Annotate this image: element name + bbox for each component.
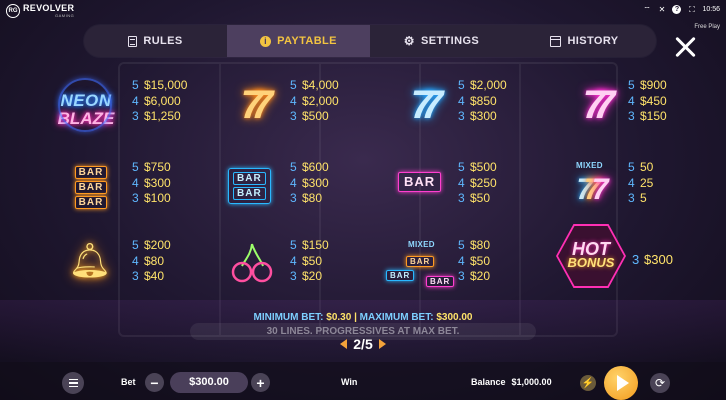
- bell-pays: 5 $200 4 $80 3 $40: [132, 238, 171, 283]
- balance-value: $1,000.00: [511, 377, 552, 387]
- orange-seven-symbol: 77: [240, 83, 273, 127]
- gear-icon: ⚙: [403, 34, 415, 48]
- triple-bar-pays: 5 $750 4 $300 3 $100: [132, 160, 171, 205]
- double-bar-symbol: BAR BAR: [228, 168, 271, 204]
- cherry-pays: 5 $150 4 $50 3 $20: [290, 238, 329, 283]
- single-bar-pays: 5 $500 4 $250 3 $50: [458, 160, 497, 205]
- clock: 10:56: [702, 6, 720, 13]
- rules-icon: [128, 35, 138, 47]
- revolver-logo: RG REVOLVER GAMING: [6, 4, 74, 18]
- tab-history-label: HISTORY: [567, 35, 619, 47]
- bet-value: $300.00: [170, 372, 248, 393]
- double-bar-pays: 5 $600 4 $300 3 $80: [290, 160, 329, 205]
- hot-bonus-line2: BONUS: [567, 255, 615, 270]
- win-label: Win: [341, 377, 358, 387]
- turbo-button[interactable]: ⚡: [580, 375, 596, 391]
- mixed-bars-label: MIXED: [408, 240, 435, 249]
- spin-button[interactable]: [604, 366, 638, 400]
- triple-bar-symbol: BAR BAR BAR: [70, 165, 112, 209]
- tab-bar: RULES i PAYTABLE ⚙ SETTINGS HISTORY: [84, 25, 656, 57]
- bet-increase-button[interactable]: +: [251, 373, 270, 392]
- hot-bonus-line1: HOT: [571, 239, 610, 259]
- status-bar: ⌔ ✕ ? ⛶ 10:56: [642, 5, 720, 14]
- tab-rules[interactable]: RULES: [84, 25, 227, 57]
- balance: Balance $1,000.00: [471, 377, 552, 387]
- close-button[interactable]: [672, 34, 698, 60]
- play-icon: [616, 375, 629, 391]
- bell-symbol: 🔔︎: [68, 240, 112, 282]
- autoplay-button[interactable]: ⟳: [650, 373, 670, 393]
- mixed-sevens-pays: 5 50 4 25 35: [628, 160, 654, 205]
- page-indicator: 2/5: [353, 336, 373, 352]
- bet-label: Bet: [121, 377, 136, 387]
- cherry-icon: [231, 243, 273, 283]
- wifi-icon: ⌔: [643, 4, 651, 14]
- pagination: 2/5: [330, 335, 396, 353]
- tab-settings-label: SETTINGS: [420, 35, 480, 47]
- balance-label: Balance: [471, 377, 506, 387]
- mixed-bars-pays: 5 $80 4 $50 3 $20: [458, 238, 491, 283]
- neon-ring: [58, 78, 112, 132]
- help-icon[interactable]: ?: [672, 5, 682, 14]
- fullscreen-icon[interactable]: ⛶: [687, 5, 696, 14]
- hot-bonus-symbol: HOT BONUS: [556, 224, 626, 288]
- hot-bonus-pays: 3 $300: [632, 252, 673, 267]
- prev-page-button[interactable]: [340, 339, 348, 349]
- tab-rules-label: RULES: [143, 35, 183, 47]
- lightning-icon: ⚡: [581, 377, 595, 389]
- pink-seven-pays: 5 $900 4 $450 3 $150: [628, 78, 667, 123]
- history-icon: [550, 35, 562, 47]
- bell-icon: 🔔︎: [68, 242, 112, 280]
- mixed-sevens-symbol: 777: [576, 173, 608, 206]
- tab-paytable-label: PAYTABLE: [277, 35, 337, 47]
- blue-seven-pays: 5 $2,000 4 $850 3 $300: [458, 78, 507, 123]
- mixed-bars-symbol: BAR BAR BAR: [386, 256, 455, 296]
- mode-label: Free Play: [694, 24, 720, 30]
- pink-seven-symbol: 77: [582, 83, 615, 127]
- tab-settings[interactable]: ⚙ SETTINGS: [370, 25, 513, 57]
- mixed-sevens-label: MIXED: [576, 161, 603, 170]
- bet-decrease-button[interactable]: −: [145, 373, 164, 392]
- bet-limits: MINIMUM BET: $0.30 | MAXIMUM BET: $300.0…: [253, 312, 473, 323]
- neon-blaze-pays: 5 $15,000 4 $6,000 3 $1,250: [132, 78, 188, 123]
- mute-icon[interactable]: ✕: [657, 5, 666, 14]
- brand-name: REVOLVER: [23, 3, 75, 13]
- menu-button[interactable]: [62, 372, 84, 394]
- autoplay-icon: ⟳: [654, 376, 666, 390]
- next-page-button[interactable]: [378, 339, 386, 349]
- orange-seven-pays: 5 $4,000 4 $2,000 3 $500: [290, 78, 339, 123]
- logo-mark: RG: [6, 4, 20, 18]
- tab-paytable[interactable]: i PAYTABLE: [227, 25, 370, 57]
- neon-blaze-symbol: NEON BLAZE: [48, 78, 124, 142]
- brand-subtitle: GAMING: [55, 13, 75, 18]
- tab-history[interactable]: HISTORY: [513, 25, 656, 57]
- background-reels: [118, 62, 618, 337]
- info-icon: i: [260, 35, 272, 47]
- blue-seven-symbol: 77: [410, 83, 443, 127]
- single-bar-symbol: BAR: [398, 172, 442, 192]
- cherry-symbol: [228, 240, 276, 284]
